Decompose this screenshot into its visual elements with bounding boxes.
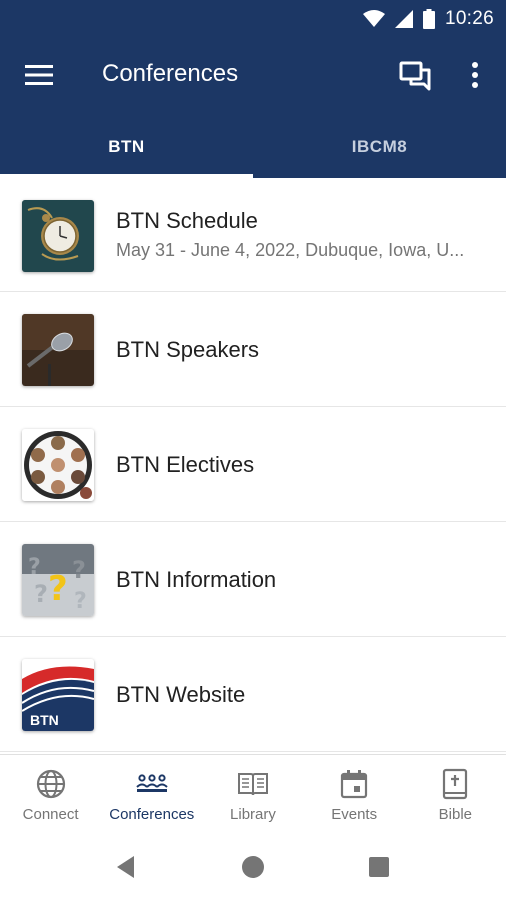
nav-label: Bible [438, 806, 473, 823]
conferences-icon [136, 774, 168, 792]
list-item-title: BTN Electives [116, 452, 255, 477]
battery-icon [422, 9, 435, 29]
status-time: 10:26 [444, 8, 494, 29]
signal-icon [394, 10, 413, 28]
svg-text:?: ? [72, 556, 86, 584]
page-title: Conferences [102, 60, 239, 87]
tab-label: IBCM8 [351, 137, 408, 156]
logo-text: BTN [30, 712, 59, 728]
list-item-btn-speakers[interactable]: BTN Speakers [0, 292, 506, 407]
conference-list: BTN Schedule May 31 - June 4, 2022, Dubu… [0, 178, 506, 752]
more-options-button[interactable] [462, 58, 488, 92]
more-vert-icon [472, 62, 478, 88]
nav-label: Conferences [109, 806, 195, 823]
nav-library[interactable]: Library [202, 755, 303, 833]
list-item-title: BTN Website [116, 682, 246, 707]
app-bar: Conferences [0, 38, 506, 112]
recents-icon[interactable] [364, 852, 394, 882]
bottom-navigation: Connect Conferences Library Events Bible [0, 754, 506, 832]
wifi-icon [362, 10, 385, 27]
list-item-subtitle: May 31 - June 4, 2022, Dubuque, Iowa, U.… [116, 240, 465, 260]
list-item-btn-website[interactable]: BTN BTN Website [0, 637, 506, 752]
chat-icon [399, 61, 431, 91]
list-item-btn-electives[interactable]: BTN Electives [0, 407, 506, 522]
nav-label: Events [331, 806, 378, 823]
home-icon[interactable] [238, 852, 268, 882]
tab-ibcm8[interactable]: IBCM8 [253, 112, 506, 178]
book-icon [237, 773, 268, 796]
svg-text:?: ? [74, 589, 87, 614]
bible-icon [443, 768, 468, 800]
tab-bar: BTN IBCM8 [0, 112, 506, 178]
nav-label: Connect [22, 806, 79, 823]
list-item-btn-schedule[interactable]: BTN Schedule May 31 - June 4, 2022, Dubu… [0, 178, 506, 292]
globe-icon [36, 769, 65, 799]
list-item-title: BTN Schedule [116, 208, 258, 233]
pocket-watch-thumbnail [22, 200, 94, 272]
tab-btn[interactable]: BTN [0, 112, 253, 178]
question-marks-thumbnail: ? ? ? ? ? [22, 544, 94, 616]
btn-logo-thumbnail: BTN [22, 659, 94, 731]
electives-collage-thumbnail [22, 429, 94, 501]
back-icon[interactable] [112, 852, 142, 882]
system-navigation-bar [0, 832, 506, 900]
status-bar: 10:26 [0, 0, 506, 38]
chat-button[interactable] [398, 58, 434, 92]
list-item-title: BTN Speakers [116, 337, 260, 362]
nav-bible[interactable]: Bible [405, 755, 506, 833]
nav-connect[interactable]: Connect [0, 755, 101, 833]
microphone-thumbnail [22, 314, 94, 386]
svg-text:?: ? [28, 555, 41, 580]
calendar-icon [341, 770, 368, 799]
tab-label: BTN [108, 137, 145, 156]
menu-button[interactable] [22, 60, 56, 90]
status-icons: 10:26 [362, 7, 494, 31]
nav-label: Library [230, 806, 276, 823]
nav-conferences[interactable]: Conferences [101, 755, 202, 833]
svg-text:?: ? [34, 580, 48, 608]
menu-icon [25, 65, 53, 85]
nav-events[interactable]: Events [304, 755, 405, 833]
list-item-title: BTN Information [116, 567, 277, 592]
svg-text:?: ? [48, 569, 68, 609]
list-item-btn-information[interactable]: ? ? ? ? ? BTN Information [0, 522, 506, 637]
